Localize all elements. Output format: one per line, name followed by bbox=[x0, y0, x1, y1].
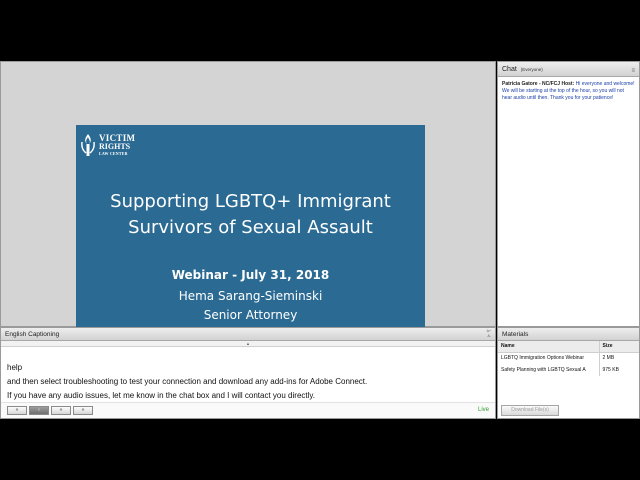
caption-first-button[interactable]: « bbox=[7, 406, 27, 415]
caption-font-size-controls: A+ A- bbox=[487, 329, 491, 339]
pod-menu-icon[interactable]: ≡ bbox=[631, 64, 635, 79]
slide-webinar-date: - July 31, 2018 bbox=[227, 268, 330, 282]
file-size: 2 MB bbox=[598, 352, 639, 364]
logo-line-2: RIGHTS bbox=[99, 142, 131, 151]
slide-webinar-label: Webinar bbox=[171, 268, 228, 282]
caption-line: and then select troubleshooting to test … bbox=[7, 377, 368, 386]
slide-title-line-2: Survivors of Sexual Assault bbox=[128, 217, 373, 238]
chat-message-sender: Patricia Gatore - NC/FCJ Host: bbox=[502, 81, 575, 87]
logo-line-3: LAW CENTER bbox=[99, 151, 128, 156]
chat-pod: Chat (Everyone) ≡ Patricia Gatore - NC/FC… bbox=[497, 61, 640, 327]
caption-playback-controls: « ‹ » » Live bbox=[1, 402, 495, 418]
slide-presenter-role: Senior Attorney bbox=[203, 308, 298, 322]
meeting-window: VICTIM RIGHTS LAW CENTER Supporting LGBT… bbox=[0, 0, 640, 480]
chat-message: Patricia Gatore - NC/FCJ Host: Hi everyo… bbox=[502, 81, 635, 102]
caption-next-button[interactable]: » bbox=[51, 406, 71, 415]
materials-pod: Materials Name Size LGBTQ Immigration Op… bbox=[497, 327, 640, 419]
chat-title: Chat bbox=[502, 66, 517, 73]
torch-logo-icon bbox=[81, 134, 95, 156]
caption-line: help bbox=[7, 363, 23, 372]
captioning-title: English Captioning bbox=[5, 331, 60, 338]
caption-last-button[interactable]: » bbox=[73, 406, 93, 415]
materials-table-header: Name Size bbox=[498, 341, 639, 353]
chat-messages: Patricia Gatore - NC/FCJ Host: Hi everyo… bbox=[498, 77, 639, 106]
file-name[interactable]: LGBTQ Immigration Options Webinar bbox=[498, 352, 599, 364]
captioning-pod: English Captioning A+ A- ▲ help and then… bbox=[0, 327, 496, 419]
caption-font-decrease-button[interactable]: A- bbox=[487, 334, 492, 339]
caption-previous-button[interactable]: ‹ bbox=[29, 406, 49, 415]
caret-up-icon: ▲ bbox=[246, 341, 250, 346]
slide-webinar-line: Webinar - July 31, 2018 bbox=[76, 268, 425, 282]
chat-audience[interactable]: (Everyone) bbox=[521, 67, 543, 72]
caption-transcript: help and then select troubleshooting to … bbox=[1, 347, 495, 402]
slide-presenter: Hema Sarang-Sieminski bbox=[178, 289, 323, 303]
materials-file-table: Name Size LGBTQ Immigration Options Webi… bbox=[498, 341, 639, 376]
download-files-button[interactable]: Download File(s) bbox=[501, 405, 559, 416]
column-header-name[interactable]: Name bbox=[498, 341, 599, 353]
file-row[interactable]: LGBTQ Immigration Options Webinar 2 MB bbox=[498, 352, 639, 364]
materials-header: Materials bbox=[498, 328, 639, 341]
chat-header: Chat (Everyone) ≡ bbox=[498, 62, 639, 77]
captioning-header: English Captioning A+ A- bbox=[1, 328, 495, 341]
materials-title: Materials bbox=[502, 331, 529, 338]
file-row[interactable]: Safety Planning with LGBTQ Sexual A 975 … bbox=[498, 364, 639, 376]
caption-line: If you have any audio issues, let me kno… bbox=[7, 391, 316, 400]
file-size: 975 KB bbox=[598, 364, 639, 376]
file-name[interactable]: Safety Planning with LGBTQ Sexual A bbox=[498, 364, 599, 376]
slide-title-line-1: Supporting LGBTQ+ Immigrant bbox=[110, 191, 391, 212]
victim-rights-logo: VICTIM RIGHTS LAW CENTER bbox=[80, 130, 138, 160]
column-header-size[interactable]: Size bbox=[598, 341, 639, 353]
share-pod: VICTIM RIGHTS LAW CENTER Supporting LGBT… bbox=[0, 61, 496, 387]
caption-live-indicator[interactable]: Live bbox=[478, 407, 489, 413]
